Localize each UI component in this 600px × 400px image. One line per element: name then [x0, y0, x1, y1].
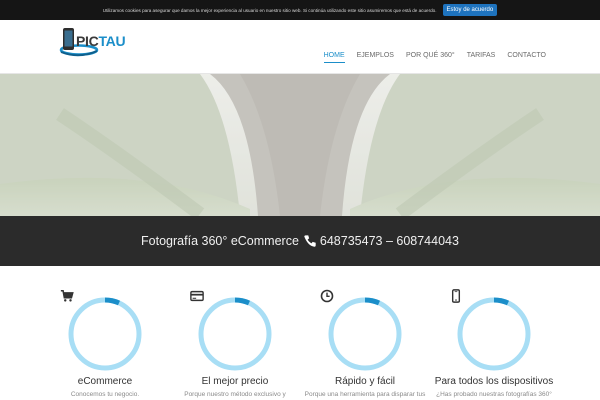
feature-desc: Porque nuestro método exclusivo y	[184, 391, 286, 398]
site-logo[interactable]: PICTAU	[59, 27, 126, 61]
feature-ecommerce: eCommerce Conocemos tu negocio.	[40, 289, 170, 398]
feature-dispositivos: Para todos los dispositivos ¿Has probado…	[429, 289, 559, 398]
feature-ring	[451, 289, 532, 372]
feature-mejor-precio: El mejor precio Porque nuestro método ex…	[170, 290, 300, 398]
phone-icon	[304, 235, 316, 247]
feature-title: eCommerce	[77, 376, 133, 387]
nav-contacto[interactable]: CONTACTO	[507, 20, 546, 74]
accept-cookies-button[interactable]: Estoy de acuerdo	[442, 4, 498, 16]
hero-panorama-photo	[0, 74, 600, 216]
site-header: PICTAU HOME EJEMPLOS POR QUÉ 360° TARIFA…	[0, 20, 600, 74]
cart-icon	[60, 289, 74, 302]
cookie-text: Utilizamos cookies para asegurar que dam…	[102, 7, 437, 13]
band-title: Fotografía 360° eCommerce	[141, 234, 299, 248]
mobile-icon	[451, 289, 461, 303]
feature-ring	[60, 289, 143, 372]
feature-ring	[190, 290, 273, 372]
feature-desc: Porque una herramienta para disparar tus	[304, 391, 426, 398]
feature-desc: Conocemos tu negocio.	[70, 391, 140, 398]
feature-title: El mejor precio	[201, 376, 269, 387]
feature-ring	[320, 289, 403, 372]
logo-text: PICTAU	[76, 33, 126, 49]
feature-desc: ¿Has probado nuestras fotografías 360°	[436, 391, 552, 398]
band-phones[interactable]: 648735473 – 608744043	[320, 234, 459, 248]
nav-home[interactable]: HOME	[323, 20, 345, 74]
features-section: eCommerce Conocemos tu negocio. El mejor…	[0, 266, 600, 400]
credit-card-icon	[190, 290, 204, 302]
nav-ejemplos[interactable]: EJEMPLOS	[357, 20, 394, 74]
logo-text-tau: TAU	[98, 33, 126, 49]
main-nav: HOME EJEMPLOS POR QUÉ 360° TARIFAS CONTA…	[312, 20, 546, 74]
feature-title: Para todos los dispositivos	[434, 376, 554, 387]
feature-rapido-facil: Rápido y fácil Porque una herramienta pa…	[300, 289, 430, 398]
hero-image	[0, 74, 600, 216]
clock-icon	[320, 289, 334, 303]
logo-text-pic: PIC	[76, 33, 99, 49]
nav-por-que-360[interactable]: POR QUÉ 360°	[406, 20, 455, 74]
feature-title: Rápido y fácil	[334, 376, 396, 387]
contact-band: Fotografía 360° eCommerce 648735473 – 60…	[0, 216, 600, 266]
band-text: Fotografía 360° eCommerce 648735473 – 60…	[141, 234, 459, 248]
nav-tarifas[interactable]: TARIFAS	[467, 20, 496, 74]
cookie-bar: Utilizamos cookies para asegurar que dam…	[0, 0, 600, 20]
